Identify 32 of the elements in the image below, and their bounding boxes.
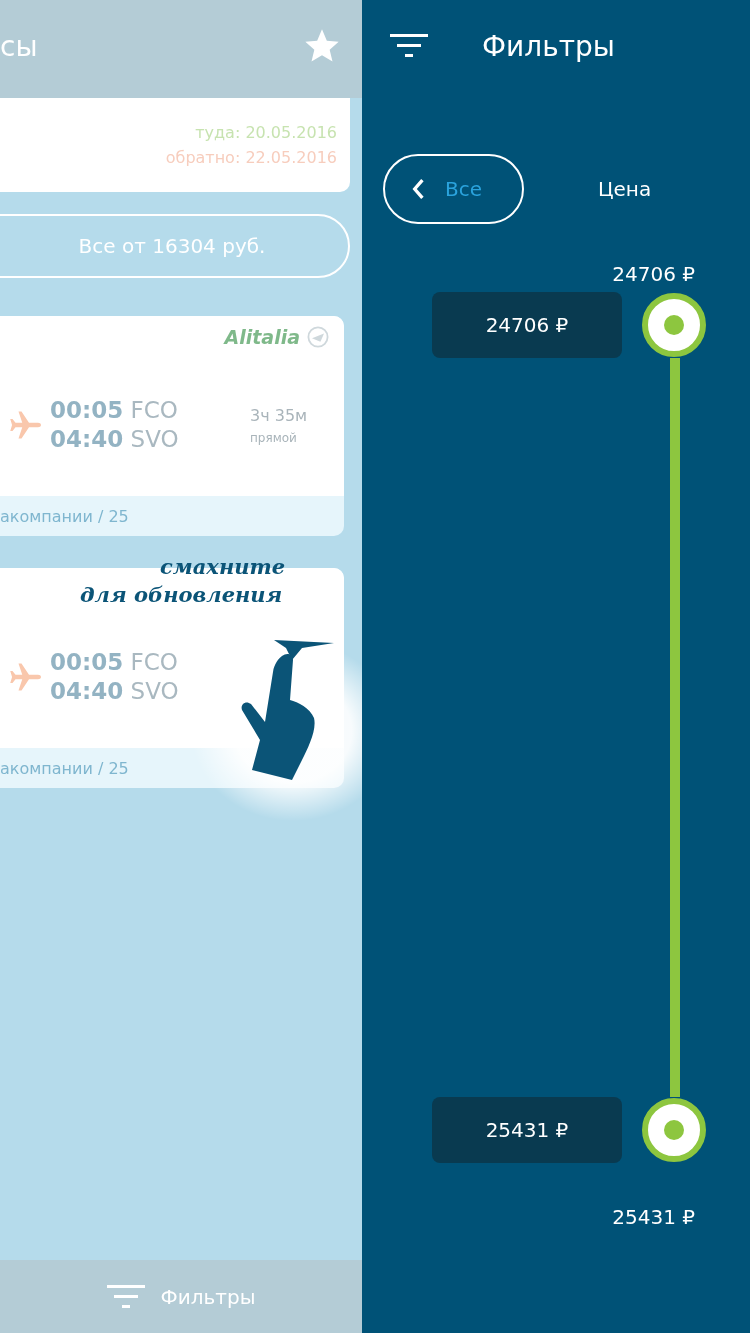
airlines-count: акомпании / 25 [0, 506, 129, 526]
all-prices-button[interactable]: Все от 16304 руб. [0, 214, 350, 278]
flight-card[interactable]: Alitalia 00:05 FCO 04:40 SVO 3ч 35м прямой акомпании / 25 [0, 316, 344, 536]
screen-title: сы [0, 29, 38, 63]
filters-label: Фильтры [160, 1284, 256, 1309]
swipe-hint-text: для обновления [80, 582, 283, 607]
filters-bar-button[interactable]: Фильтры [0, 1260, 362, 1333]
departure-airport: FCO [130, 397, 178, 423]
filters-title: Фильтры [482, 29, 615, 63]
airline-logo: Alitalia [224, 326, 300, 348]
arrival-airport: SVO [130, 426, 179, 452]
filter-icon [106, 1284, 145, 1309]
outbound-date: туда: 20.05.2016 [195, 123, 337, 142]
max-price-label: 24706 ₽ [612, 262, 695, 286]
back-button[interactable]: Все [383, 154, 524, 224]
departure-time: 00:05 [50, 397, 124, 423]
return-date: обратно: 22.05.2016 [165, 148, 337, 167]
stops-label: прямой [250, 430, 298, 445]
flight-duration: 3ч 35м [250, 405, 309, 425]
price-tooltip: 25431 ₽ [432, 1097, 622, 1163]
chevron-left-icon [411, 178, 425, 200]
price-tooltip: 24706 ₽ [432, 292, 622, 358]
departure-airport: FCO [130, 649, 178, 675]
departure-time: 00:05 [50, 649, 124, 675]
min-price-label: 25431 ₽ [612, 1205, 695, 1229]
section-title: Цена [598, 177, 652, 201]
airlines-count: акомпании / 25 [0, 758, 129, 778]
filter-icon[interactable] [390, 33, 428, 59]
arrival-time: 04:40 [50, 678, 124, 704]
arrival-time: 04:40 [50, 426, 124, 452]
arrival-airport: SVO [130, 678, 179, 704]
airline-emblem-icon [306, 325, 330, 349]
